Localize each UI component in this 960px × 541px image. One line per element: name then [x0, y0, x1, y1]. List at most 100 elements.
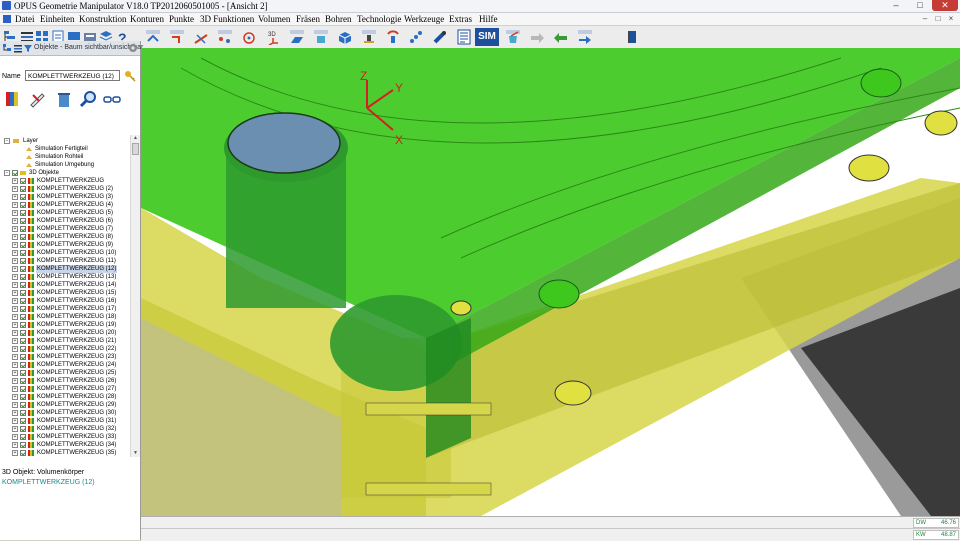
visibility-checkbox[interactable] [20, 282, 26, 288]
tree-node-object[interactable]: + KOMPLETTWERKZEUG (32) [0, 425, 130, 433]
tree-node-layer-item[interactable]: Simulation Fertigteil [0, 145, 130, 153]
scroll-down-arrow[interactable]: ▼ [132, 450, 139, 457]
pencil-edit-icon[interactable] [28, 89, 48, 109]
key-icon[interactable] [124, 70, 136, 82]
scroll-thumb[interactable] [132, 143, 139, 155]
expand-toggle[interactable]: + [12, 226, 18, 232]
visibility-checkbox[interactable] [20, 306, 26, 312]
visibility-checkbox[interactable] [20, 250, 26, 256]
visibility-checkbox[interactable] [20, 442, 26, 448]
menu-werkzeuge[interactable]: Werkzeuge [404, 13, 444, 25]
tree-node-object[interactable]: + KOMPLETTWERKZEUG (10) [0, 249, 130, 257]
export-icon[interactable] [577, 29, 593, 45]
visibility-checkbox[interactable] [20, 346, 26, 352]
visibility-checkbox[interactable] [20, 338, 26, 344]
hole-pattern-icon[interactable] [408, 29, 424, 45]
color-layers-icon[interactable] [4, 89, 24, 109]
zoom-object-icon[interactable] [79, 89, 99, 109]
visibility-checkbox[interactable] [20, 386, 26, 392]
expand-toggle[interactable]: + [12, 434, 18, 440]
tree-node-object[interactable]: + KOMPLETTWERKZEUG (12) [0, 265, 130, 273]
tree-node-object[interactable]: + KOMPLETTWERKZEUG (27) [0, 385, 130, 393]
3d-axes-icon[interactable]: 3D [265, 29, 281, 45]
expand-toggle[interactable]: + [12, 282, 18, 288]
nc-program-icon[interactable] [456, 29, 472, 45]
menu-hilfe[interactable]: Hilfe [479, 13, 498, 25]
menu-datei[interactable]: Datei [15, 13, 35, 25]
3d-viewport[interactable]: Z Y X [141, 48, 960, 516]
expand-toggle[interactable]: + [12, 314, 18, 320]
menu-3d-funktionen[interactable]: 3D Funktionen [200, 13, 254, 25]
visibility-checkbox[interactable] [20, 362, 26, 368]
visibility-checkbox[interactable] [20, 402, 26, 408]
simulation-button[interactable]: SIM [475, 28, 499, 46]
expand-toggle[interactable]: + [12, 306, 18, 312]
expand-toggle[interactable]: + [12, 210, 18, 216]
back-arrow-icon[interactable] [553, 29, 569, 45]
visibility-checkbox[interactable] [20, 226, 26, 232]
expand-toggle[interactable]: + [12, 338, 18, 344]
expand-toggle[interactable]: + [12, 298, 18, 304]
tree-node-object[interactable]: + KOMPLETTWERKZEUG (8) [0, 233, 130, 241]
expand-toggle[interactable]: + [12, 186, 18, 192]
tree-node-object[interactable]: + KOMPLETTWERKZEUG (34) [0, 441, 130, 449]
expand-toggle[interactable]: + [12, 354, 18, 360]
expand-toggle[interactable]: + [12, 290, 18, 296]
menu-technologie[interactable]: Technologie [357, 13, 401, 25]
contour-edit-icon[interactable] [145, 29, 161, 45]
visibility-checkbox[interactable] [20, 330, 26, 336]
expand-toggle[interactable]: + [12, 266, 18, 272]
tree-node-object[interactable]: + KOMPLETTWERKZEUG (29) [0, 401, 130, 409]
exit-door-icon[interactable] [625, 29, 641, 45]
tree-node-object[interactable]: + KOMPLETTWERKZEUG (15) [0, 289, 130, 297]
expand-toggle[interactable]: + [12, 418, 18, 424]
visibility-checkbox[interactable] [20, 202, 26, 208]
menu-einheiten[interactable]: Einheiten [40, 13, 75, 25]
tree-node-layer[interactable]: − Layer [0, 137, 130, 145]
visibility-checkbox[interactable] [20, 242, 26, 248]
visibility-checkbox[interactable] [20, 434, 26, 440]
tree-node-object[interactable]: + KOMPLETTWERKZEUG (31) [0, 417, 130, 425]
visibility-checkbox[interactable] [20, 266, 26, 272]
maximize-button[interactable]: □ [908, 0, 932, 11]
visibility-checkbox[interactable] [20, 322, 26, 328]
tree-node-object[interactable]: + KOMPLETTWERKZEUG (17) [0, 305, 130, 313]
visibility-checkbox[interactable] [20, 450, 26, 456]
mdi-minimize-button[interactable]: – [920, 14, 930, 24]
tree-node-object[interactable]: + KOMPLETTWERKZEUG (9) [0, 241, 130, 249]
menu-fraesen[interactable]: Fräsen [296, 13, 320, 25]
tree-scrollbar[interactable]: ▲ ▼ [130, 135, 140, 457]
circle-points-icon[interactable] [241, 29, 257, 45]
drill-icon[interactable] [385, 29, 401, 45]
expand-toggle[interactable]: + [12, 234, 18, 240]
expand-toggle[interactable]: + [12, 194, 18, 200]
tree-node-object[interactable]: + KOMPLETTWERKZEUG (19) [0, 321, 130, 329]
expand-toggle[interactable]: + [12, 362, 18, 368]
tree-list-icon[interactable] [13, 43, 23, 53]
visibility-checkbox[interactable] [20, 234, 26, 240]
scroll-up-arrow[interactable]: ▲ [132, 135, 139, 142]
expand-toggle[interactable]: + [12, 274, 18, 280]
tree-node-object[interactable]: + KOMPLETTWERKZEUG (26) [0, 377, 130, 385]
collapse-toggle[interactable]: − [4, 170, 10, 176]
visibility-checkbox[interactable] [20, 218, 26, 224]
tree-node-object[interactable]: + KOMPLETTWERKZEUG (13) [0, 273, 130, 281]
collapse-toggle[interactable]: − [4, 138, 10, 144]
visibility-checkbox[interactable] [20, 178, 26, 184]
tree-node-object[interactable]: + KOMPLETTWERKZEUG (4) [0, 201, 130, 209]
tree-node-object[interactable]: + KOMPLETTWERKZEUG (3) [0, 193, 130, 201]
expand-toggle[interactable]: + [12, 202, 18, 208]
menu-volumen[interactable]: Volumen [258, 13, 290, 25]
visibility-checkbox[interactable] [20, 186, 26, 192]
expand-toggle[interactable]: + [12, 386, 18, 392]
visibility-checkbox[interactable] [20, 210, 26, 216]
expand-toggle[interactable]: + [12, 218, 18, 224]
expand-toggle[interactable]: + [12, 450, 18, 456]
tree-node-object[interactable]: + KOMPLETTWERKZEUG (11) [0, 257, 130, 265]
tree-node-object[interactable]: + KOMPLETTWERKZEUG (24) [0, 361, 130, 369]
points-icon[interactable] [217, 29, 233, 45]
tree-node-object[interactable]: + KOMPLETTWERKZEUG (7) [0, 225, 130, 233]
visibility-checkbox[interactable] [12, 170, 18, 176]
tree-node-object[interactable]: + KOMPLETTWERKZEUG (6) [0, 217, 130, 225]
trash-icon[interactable] [54, 89, 74, 109]
